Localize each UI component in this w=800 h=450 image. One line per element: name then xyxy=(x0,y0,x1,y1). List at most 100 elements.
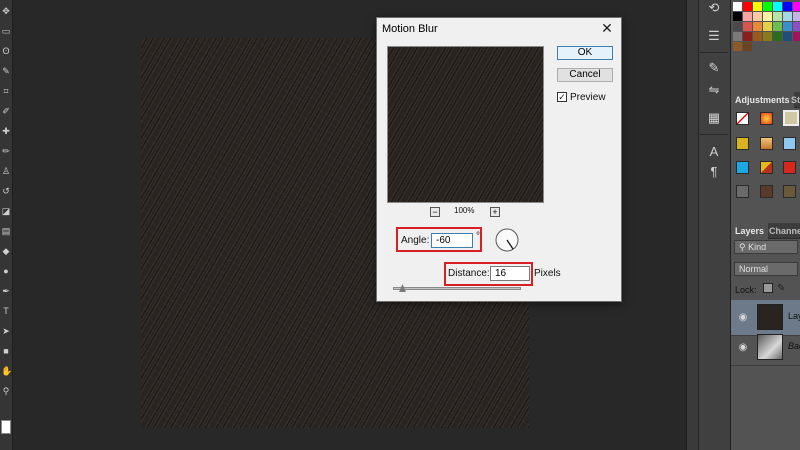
layer-row[interactable]: ◉ Bac xyxy=(731,330,800,366)
tab-layers[interactable]: Layers xyxy=(731,223,769,239)
gradient-icon[interactable]: ▤ xyxy=(1,226,11,236)
zoom-in-button[interactable]: + xyxy=(490,207,500,217)
swatch[interactable] xyxy=(773,22,782,31)
quick-select-icon[interactable]: ✎ xyxy=(1,66,11,76)
style-beige-icon[interactable] xyxy=(783,110,799,126)
brush-icon[interactable]: ✏ xyxy=(1,146,11,156)
swatch[interactable] xyxy=(733,42,742,51)
zoom-out-button[interactable]: − xyxy=(430,207,440,217)
swatch[interactable] xyxy=(743,22,752,31)
history-icon[interactable]: ⟲ xyxy=(706,0,722,16)
lock-paint-icon[interactable]: ✎ xyxy=(777,283,785,294)
healing-brush-icon[interactable]: ✚ xyxy=(1,126,11,136)
style-gold-red-icon[interactable] xyxy=(760,161,773,174)
swatch[interactable] xyxy=(763,32,772,41)
layer-name: Bac xyxy=(788,341,800,351)
swatch[interactable] xyxy=(763,22,772,31)
style-gray-icon[interactable] xyxy=(736,185,749,198)
style-none-icon[interactable] xyxy=(736,112,749,125)
swatch[interactable] xyxy=(733,22,742,31)
layer-kind-filter[interactable]: ⚲ Kind xyxy=(734,240,798,254)
zoom-icon[interactable]: ⚲ xyxy=(1,386,11,396)
zoom-level: 100% xyxy=(454,206,475,215)
blend-mode-value: Normal xyxy=(739,264,769,274)
tab-adjustments[interactable]: Adjustments xyxy=(731,92,794,108)
swatch[interactable] xyxy=(753,12,762,21)
swatch[interactable] xyxy=(793,2,800,11)
style-brown-icon[interactable] xyxy=(760,185,773,198)
distance-input[interactable] xyxy=(490,266,530,281)
preview-checkbox[interactable]: ✓ xyxy=(557,92,567,102)
eraser-icon[interactable]: ◪ xyxy=(1,206,11,216)
dock-separator xyxy=(700,134,728,135)
blend-mode-select[interactable]: Normal xyxy=(734,262,798,276)
style-gold-icon[interactable] xyxy=(736,137,749,150)
swatch[interactable] xyxy=(793,12,800,21)
pen-icon[interactable]: ✒ xyxy=(1,286,11,296)
swatch[interactable] xyxy=(773,12,782,21)
pixels-unit-label: Pixels xyxy=(534,268,561,279)
foreground-color-swatch[interactable] xyxy=(1,420,11,434)
swatch[interactable] xyxy=(753,32,762,41)
blur-icon[interactable]: ◆ xyxy=(1,246,11,256)
angle-dial-icon[interactable] xyxy=(495,228,519,252)
close-icon[interactable]: ✕ xyxy=(599,20,615,36)
style-peach-icon[interactable] xyxy=(760,137,773,150)
swatch[interactable] xyxy=(783,2,792,11)
brush-presets-icon[interactable]: ✎ xyxy=(706,60,722,76)
swatch[interactable] xyxy=(783,22,792,31)
swatch[interactable] xyxy=(743,12,752,21)
lock-transparent-icon[interactable] xyxy=(763,283,773,293)
distance-slider-track[interactable] xyxy=(393,287,521,290)
clone-stamp-icon[interactable]: ♙ xyxy=(1,166,11,176)
ok-button[interactable]: OK xyxy=(557,46,613,60)
tab-channels[interactable]: Channels xyxy=(765,223,800,239)
properties-icon[interactable]: ☰ xyxy=(706,28,722,44)
character-icon[interactable]: A xyxy=(706,144,722,160)
style-orange-icon[interactable] xyxy=(760,112,773,125)
style-red-icon[interactable] xyxy=(783,161,796,174)
eye-icon[interactable]: ◉ xyxy=(737,312,749,324)
adjust-icon[interactable]: ⇋ xyxy=(706,82,722,98)
swatch[interactable] xyxy=(763,12,772,21)
type-icon[interactable]: T xyxy=(1,306,11,316)
swatch[interactable] xyxy=(753,2,762,11)
swatch[interactable] xyxy=(783,12,792,21)
swatch[interactable] xyxy=(753,22,762,31)
cancel-button[interactable]: Cancel xyxy=(557,68,613,82)
history-brush-icon[interactable]: ↺ xyxy=(1,186,11,196)
swatch[interactable] xyxy=(763,2,772,11)
swatch[interactable] xyxy=(773,32,782,41)
path-select-icon[interactable]: ➤ xyxy=(1,326,11,336)
move-icon[interactable]: ✥ xyxy=(1,6,11,16)
lasso-icon[interactable]: ʘ xyxy=(1,46,11,56)
style-blue-icon[interactable] xyxy=(736,161,749,174)
crop-icon[interactable]: ⌗ xyxy=(1,86,11,96)
swatch[interactable] xyxy=(743,42,752,51)
filter-preview[interactable] xyxy=(387,46,544,203)
eyedropper-icon[interactable]: ✐ xyxy=(1,106,11,116)
swatch[interactable] xyxy=(743,2,752,11)
swatch[interactable] xyxy=(793,32,800,41)
dodge-icon[interactable]: ● xyxy=(1,266,11,276)
paragraph-icon[interactable]: ¶ xyxy=(706,164,722,180)
swatch[interactable] xyxy=(793,22,800,31)
style-lightblue-icon[interactable] xyxy=(783,137,796,150)
degree-sign: ° xyxy=(476,231,480,242)
swatches-panel xyxy=(731,0,800,85)
swatch[interactable] xyxy=(773,2,782,11)
style-olive-icon[interactable] xyxy=(783,185,796,198)
hand-icon[interactable]: ✋ xyxy=(1,366,12,376)
swatch[interactable] xyxy=(733,32,742,41)
tab-styles[interactable]: Sty xyxy=(787,92,800,108)
eye-icon[interactable]: ◉ xyxy=(737,342,749,354)
shape-icon[interactable]: ■ xyxy=(1,346,11,356)
angle-input[interactable] xyxy=(431,233,473,248)
swatch[interactable] xyxy=(733,12,742,21)
swatches-icon[interactable]: ▦ xyxy=(706,110,722,126)
swatch[interactable] xyxy=(733,2,742,11)
swatch[interactable] xyxy=(743,32,752,41)
layer-thumbnail xyxy=(757,334,783,360)
swatch[interactable] xyxy=(783,32,792,41)
marquee-icon[interactable]: ▭ xyxy=(1,26,11,36)
